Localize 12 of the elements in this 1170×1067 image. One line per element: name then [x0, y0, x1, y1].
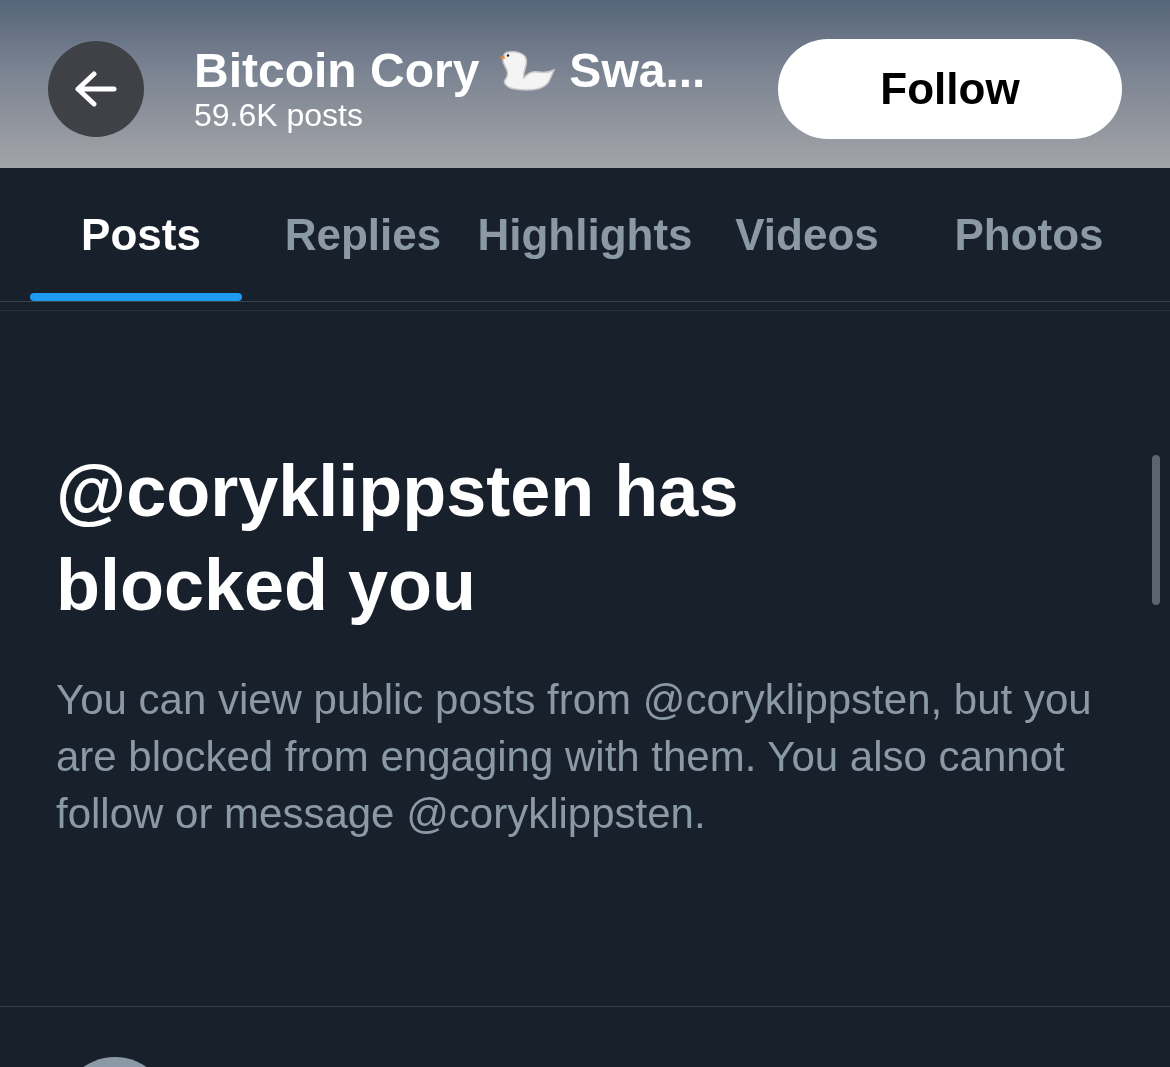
profile-tab[interactable]: Photos [918, 168, 1140, 301]
profile-tab[interactable]: Posts [30, 168, 252, 301]
back-arrow-icon [74, 71, 118, 107]
follow-button[interactable]: Follow [778, 39, 1122, 139]
blocked-message: You can view public posts from @coryklippsten, but you are blocked from engaging with them. You also cannot follow or message @coryklippsten. [56, 675, 1093, 839]
profile-tab[interactable]: Videos [696, 168, 918, 301]
post-count: 59.6K posts [194, 99, 364, 131]
profile-tab[interactable]: Replies [252, 168, 474, 301]
profile-name: Bitcoin Cory [194, 47, 480, 95]
profile-name-suffix: Swa... [569, 47, 706, 95]
blocked-heading: @coryklippsten has blocked you [56, 450, 740, 627]
profile-tab[interactable]: Highlights [474, 168, 696, 301]
